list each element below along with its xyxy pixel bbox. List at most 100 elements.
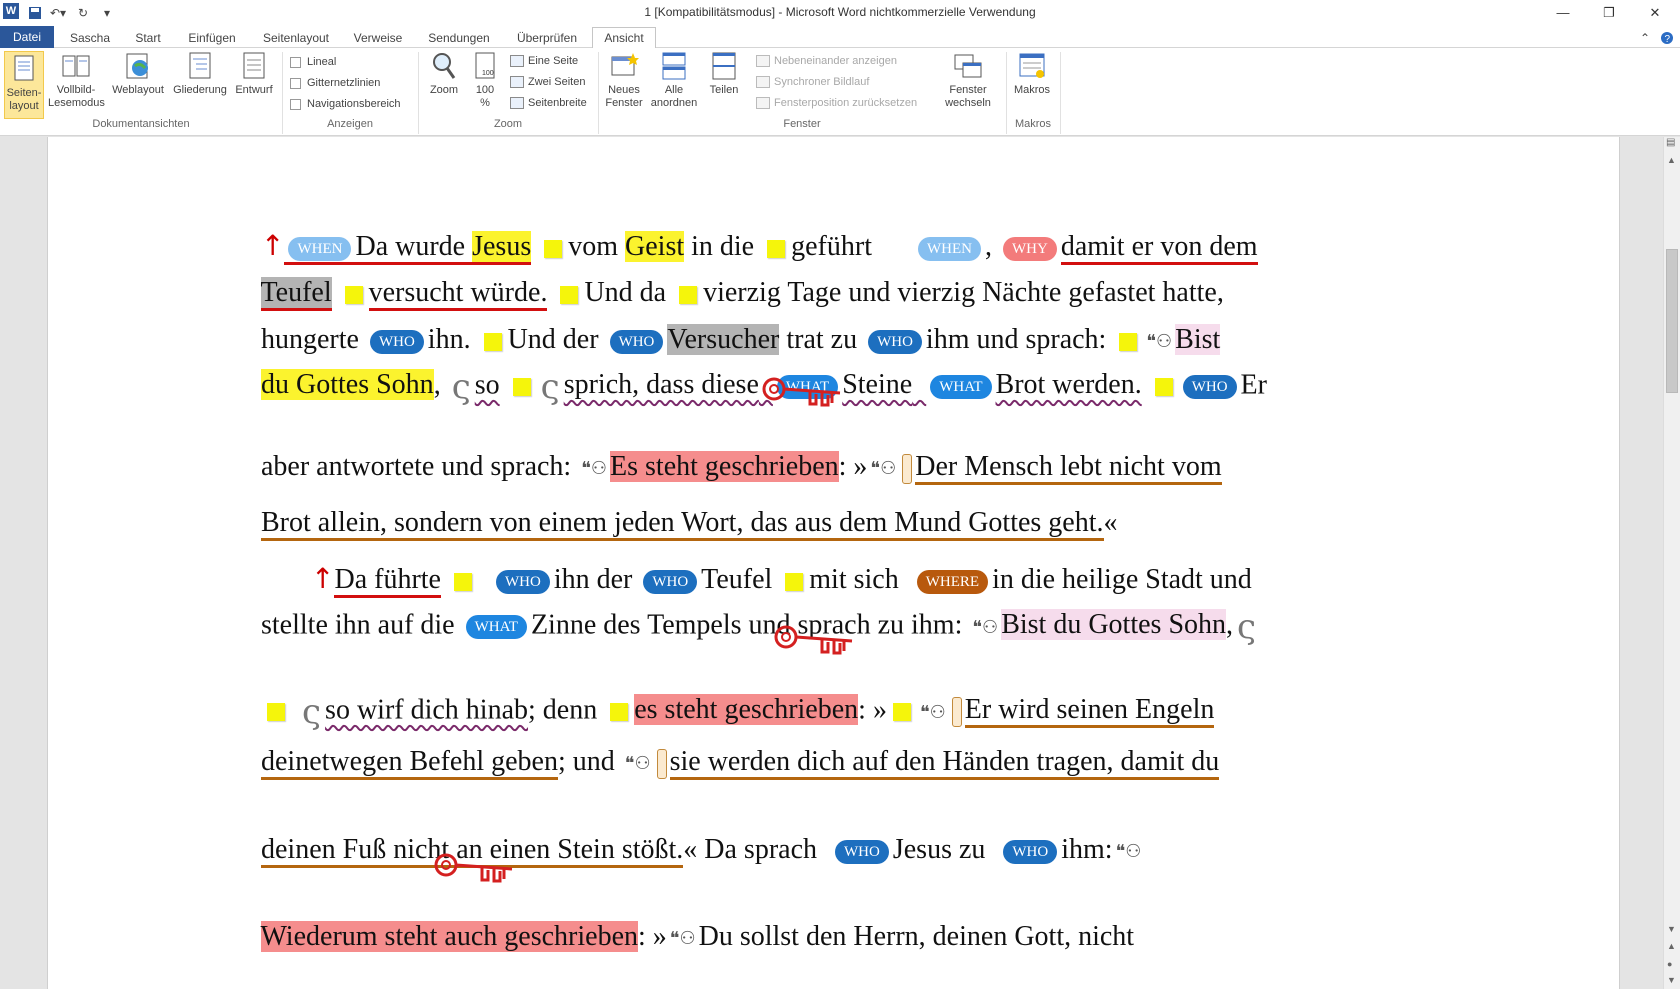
scroll-down-icon[interactable]: ▼ (1667, 924, 1676, 934)
serpent-icon: ς (1237, 607, 1257, 647)
customize-quick-access-icon[interactable]: ▾ (104, 3, 110, 23)
checkbox-icon (290, 77, 301, 89)
lineal-checkbox[interactable]: Lineal (290, 53, 336, 71)
word-icon[interactable]: W (3, 3, 19, 19)
document-area: ↑ WHEN Da wurde Jesus vom Geist in die gef… (0, 137, 1663, 989)
reset-window-position-icon (756, 97, 770, 109)
window-title: 1 [Kompatibilitätsmodus] - Microsoft Wor… (644, 5, 1036, 19)
teilen-button[interactable]: Teilen (704, 51, 744, 97)
full-screen-reading-icon (62, 55, 90, 77)
tab-einfuegen[interactable]: Einfügen (184, 28, 240, 48)
neues-fenster-button[interactable]: Neues Fenster (602, 51, 646, 110)
seitenbreite-button[interactable]: Seitenbreite (510, 94, 587, 112)
next-page-icon[interactable]: ▼ (1667, 975, 1676, 985)
group-label-makros: Makros (1014, 118, 1052, 130)
alle-anordnen-button[interactable]: Alle anordnen (650, 51, 698, 110)
tab-seitenlayout[interactable]: Seitenlayout (258, 28, 334, 48)
sticky-note-icon[interactable] (1154, 378, 1173, 396)
text-line[interactable]: Wiederum steht auch geschrieben: » ❝⚇ Du s… (233, 889, 1134, 985)
browse-object-icon[interactable]: ● (1667, 959, 1672, 969)
sync-scroll-icon (756, 76, 770, 88)
group-label-fenster: Fenster (783, 118, 821, 130)
group-separator (1060, 52, 1061, 134)
serpent-icon: ς (451, 367, 471, 407)
tag-who: WHO (835, 839, 889, 864)
scrollbar-thumb[interactable] (1666, 249, 1678, 393)
one-page-icon (510, 55, 524, 67)
draft-icon (243, 52, 265, 79)
zwei-seiten-button[interactable]: Zwei Seiten (510, 73, 585, 91)
scroll-up-icon[interactable]: ▲ (1667, 155, 1676, 165)
svg-text:?: ? (1665, 34, 1671, 45)
vollbild-lesemodus-button[interactable]: Vollbild- Lesemodus (48, 51, 105, 110)
ribbon: Seiten- layout Vollbild- Lesemodus Webla… (0, 48, 1680, 136)
fensterposition-zuruecksetzen-button[interactable]: Fensterposition zurücksetzen (756, 94, 917, 112)
switch-windows-icon (954, 54, 982, 78)
gliederung-button[interactable]: Gliederung (170, 51, 230, 97)
navigationsbereich-checkbox[interactable]: Navigationsbereich (290, 95, 401, 113)
outline-icon (189, 52, 211, 79)
zoom-100-button[interactable]: 100 100 % (468, 51, 502, 110)
minimize-ribbon-icon[interactable]: ⌃ (1640, 28, 1650, 48)
help-icon[interactable]: ? (1660, 28, 1674, 48)
tab-verweise[interactable]: Verweise (350, 28, 406, 48)
macros-icon (1019, 53, 1045, 78)
entwurf-button[interactable]: Entwurf (232, 51, 276, 97)
undo-icon[interactable]: ↶▾ (50, 3, 66, 23)
zoom-button[interactable]: Zoom (424, 51, 464, 97)
side-by-side-icon (756, 55, 770, 67)
text-line[interactable]: deinetwegen Befehl geben; und ❝⚇ sie werd… (233, 714, 1220, 811)
speaker-icon: ❝⚇ (669, 928, 696, 950)
zoom-100-icon: 100 (475, 52, 495, 79)
checkbox-icon (290, 56, 301, 68)
fenster-wechseln-button[interactable]: Fenster wechseln (936, 51, 1000, 110)
tag-what: WHAT (930, 375, 992, 399)
group-label-anzeigen: Anzeigen (327, 118, 373, 130)
key-icon (774, 625, 853, 655)
arrange-all-icon (662, 52, 686, 80)
speaker-icon: ❝⚇ (624, 753, 651, 775)
tag-who: WHO (1003, 839, 1058, 864)
close-icon[interactable]: ✕ (1632, 0, 1678, 26)
web-layout-icon (126, 53, 148, 79)
vertical-scrollbar[interactable]: ▤ ▲ ▼ ▲ ● ▼ (1663, 137, 1680, 989)
new-window-icon (611, 53, 639, 76)
tab-datei[interactable]: Datei (0, 26, 54, 48)
two-pages-icon (510, 76, 524, 88)
scroll-icon (656, 748, 667, 779)
seitenlayout-button[interactable]: Seiten- layout (4, 51, 44, 119)
tab-sendungen[interactable]: Sendungen (422, 28, 496, 48)
group-label-zoom: Zoom (493, 118, 523, 130)
makros-button[interactable]: Makros (1010, 51, 1054, 97)
redo-icon[interactable]: ↻ (78, 3, 88, 23)
tab-ueberpruefen[interactable]: Überprüfen (510, 28, 584, 48)
sticky-note-icon[interactable] (512, 378, 531, 396)
tag-who: WHO (1182, 375, 1237, 399)
serpent-icon: ς (540, 367, 560, 407)
key-icon (762, 377, 841, 407)
magnifier-icon (433, 53, 456, 79)
ribbon-tabs: Datei Sascha Start Einfügen Seitenlayout… (0, 26, 1680, 48)
eine-seite-button[interactable]: Eine Seite (510, 52, 578, 70)
save-icon[interactable] (28, 3, 42, 23)
restore-icon[interactable]: ❐ (1586, 0, 1632, 26)
tab-ansicht[interactable]: Ansicht (592, 27, 656, 48)
synchroner-bildlauf-button[interactable]: Synchroner Bildlauf (756, 73, 869, 91)
text-line[interactable]: deinen Fuß nicht an einen Stein stößt.« … (233, 802, 1144, 898)
nebeneinander-anzeigen-button[interactable]: Nebeneinander anzeigen (756, 52, 897, 70)
previous-page-icon[interactable]: ▲ (1667, 941, 1676, 951)
gitternetzlinien-checkbox[interactable]: Gitternetzlinien (290, 74, 380, 92)
group-label-dokumentansichten: Dokumentansichten (92, 118, 190, 130)
checkbox-icon (290, 98, 301, 110)
weblayout-button[interactable]: Weblayout (108, 51, 168, 97)
page-width-icon (510, 97, 524, 109)
tag-what: WHAT (465, 615, 527, 639)
speaker-icon: ❝⚇ (972, 616, 999, 638)
tab-sascha[interactable]: Sascha (66, 28, 114, 48)
svg-text:100: 100 (482, 70, 494, 77)
title-bar: W ↶▾ ↻ ▾ 1 [Kompatibilitätsmodus] - Micr… (0, 0, 1680, 26)
ruler-toggle-icon[interactable]: ▤ (1666, 137, 1675, 148)
minimize-icon[interactable]: — (1540, 0, 1586, 26)
page-layout-icon (14, 55, 34, 81)
tab-start[interactable]: Start (128, 28, 168, 48)
